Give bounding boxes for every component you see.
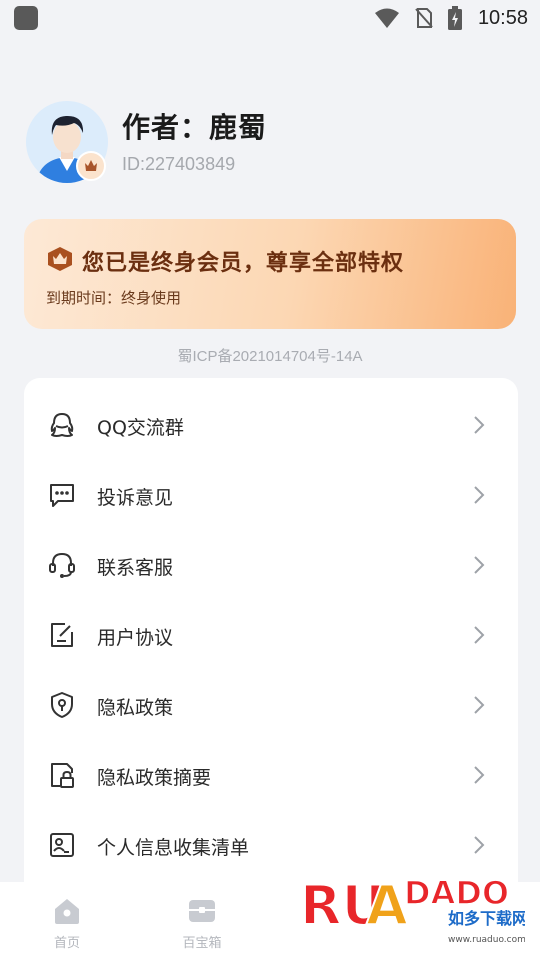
nav-label: 首页 [53, 936, 80, 951]
chevron-right-icon [474, 556, 485, 574]
headset-icon [49, 552, 75, 578]
menu-card: QQ交流群 投诉意见 联系客服 用户协议 隐私政策 隐私政策摘要 个人信息收集清… [24, 378, 518, 898]
battery-charging-icon [447, 6, 462, 30]
watermark-logo: RU A DADO 如多下载网 www.ruaduo.com [299, 862, 528, 952]
chevron-right-icon [474, 696, 485, 714]
author-name: 作者：鹿蜀 [122, 111, 268, 144]
wifi-icon [374, 8, 399, 28]
menu-label: 隐私政策摘要 [97, 767, 212, 789]
menu-item-privacy-policy[interactable]: 隐私政策 [24, 670, 518, 740]
menu-label: 用户协议 [97, 627, 174, 649]
menu-item-privacy-summary[interactable]: 隐私政策摘要 [24, 740, 518, 810]
chevron-right-icon [474, 416, 485, 434]
chevron-right-icon [474, 836, 485, 854]
menu-item-user-agreement[interactable]: 用户协议 [24, 600, 518, 670]
chevron-right-icon [474, 486, 485, 504]
crown-badge-icon [76, 151, 106, 181]
menu-label: 投诉意见 [97, 487, 174, 509]
document-lock-icon [51, 763, 74, 788]
svg-text:A: A [366, 874, 408, 937]
chevron-right-icon [474, 766, 485, 784]
treasure-box-icon [189, 900, 215, 922]
icp-record[interactable]: 蜀ICP备2021014704号-14A [0, 345, 540, 366]
status-time: 10:58 [477, 6, 528, 29]
user-id: ID:227403849 [122, 154, 236, 174]
app-icon [14, 6, 38, 30]
crown-icon [48, 247, 72, 271]
chat-dots-icon [50, 484, 74, 507]
status-bar: 10:58 [0, 0, 540, 36]
watermark-url: www.ruaduo.com [448, 935, 525, 945]
watermark-tagline: 如多下载网 [448, 909, 525, 928]
menu-label: 个人信息收集清单 [97, 837, 250, 859]
no-sim-icon [415, 8, 433, 28]
status-icons: 10:58 [374, 4, 528, 32]
id-card-icon [50, 833, 74, 857]
menu-item-customer-service[interactable]: 联系客服 [24, 530, 518, 600]
vip-expiry: 到期时间：终身使用 [46, 289, 182, 307]
home-icon [55, 899, 79, 924]
chevron-right-icon [474, 626, 485, 644]
nav-item-home[interactable]: 首页 [22, 882, 112, 960]
edit-document-icon [51, 623, 73, 647]
menu-label: 隐私政策 [97, 697, 174, 719]
nav-item-toolbox[interactable]: 百宝箱 [157, 882, 247, 960]
menu-label: 联系客服 [97, 557, 174, 579]
vip-title: 您已是终身会员，尊享全部特权 [82, 251, 405, 276]
menu-label: QQ交流群 [97, 417, 184, 439]
menu-item-qq-group[interactable]: QQ交流群 [24, 390, 518, 460]
menu-item-complaint[interactable]: 投诉意见 [24, 460, 518, 530]
shield-icon [51, 692, 73, 718]
qq-icon [50, 413, 74, 437]
vip-card[interactable]: 您已是终身会员，尊享全部特权 到期时间：终身使用 [24, 219, 516, 329]
nav-label: 百宝箱 [182, 936, 222, 951]
